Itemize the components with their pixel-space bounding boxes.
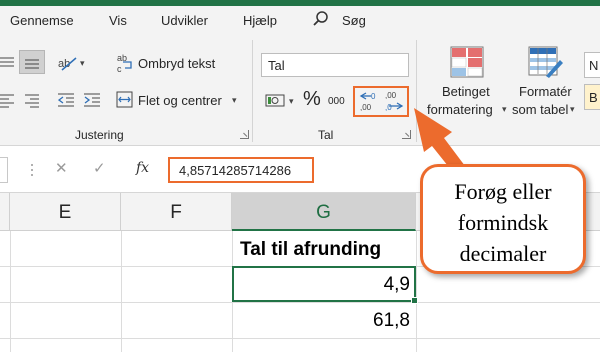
align-bottom-icon[interactable] [0,54,18,75]
increase-indent-icon[interactable] [84,92,102,113]
orientation-dropdown-icon[interactable]: ▾ [80,58,85,69]
alignment-group-label: Justering [75,128,124,142]
svg-text:,00: ,00 [385,91,397,100]
tab-view[interactable]: Vis [109,13,127,28]
formula-input[interactable]: 4,85714285714286 [168,157,314,183]
cell-style-normal[interactable]: N [584,52,600,78]
search-label[interactable]: Søg [342,13,366,28]
gridline [416,231,417,352]
cell-g-header[interactable]: Tal til afrunding [240,239,381,261]
cell-style-bad[interactable]: B [584,84,600,110]
increase-decimal-icon[interactable]: 0,00 [358,89,380,118]
gridline [10,231,11,352]
gridline [0,338,600,339]
tab-help[interactable]: Hjælp [243,13,277,28]
insert-function-icon[interactable]: fx [136,160,149,176]
decrease-indent-icon[interactable] [57,92,76,113]
accounting-format-icon[interactable] [265,92,287,115]
name-box[interactable] [0,157,8,183]
orientation-icon[interactable]: ab [58,54,80,77]
svg-text:c: c [117,64,122,74]
accounting-format-dropdown-icon[interactable]: ▾ [289,96,294,107]
percent-style-button[interactable]: % [303,88,321,111]
format-as-table-label-1[interactable]: Formatér [519,84,572,99]
svg-text:,0: ,0 [385,103,392,112]
search-icon[interactable] [312,10,330,31]
alignment-dialog-launcher-icon[interactable] [240,130,249,139]
fill-handle[interactable] [411,297,418,304]
decrease-decimal-icon[interactable]: ,00,0 [384,89,406,118]
align-middle-icon[interactable] [19,50,45,74]
cancel-entry-icon[interactable]: ✕ [55,159,68,177]
align-left-icon[interactable] [0,92,16,113]
wrap-text-button[interactable]: Ombryd tekst [138,56,215,71]
merge-center-icon[interactable] [116,91,134,114]
format-as-table-dropdown-icon[interactable]: ▾ [570,104,575,115]
comma-style-button[interactable]: 000 [328,96,345,107]
number-format-select[interactable]: Tal [261,53,409,77]
tab-developer[interactable]: Udvikler [161,13,208,28]
format-as-table-label-2[interactable]: som tabel [512,102,568,117]
format-as-table-icon[interactable] [528,46,564,85]
merge-center-dropdown-icon[interactable]: ▾ [232,95,237,106]
conditional-formatting-icon[interactable] [450,46,484,85]
group-divider [252,40,253,142]
ribbon: ab ▾ ab c Ombryd tekst Flet og centrer ▾ … [0,34,600,146]
gridline [121,231,122,352]
active-cell-selection [232,266,416,302]
svg-text:,00: ,00 [360,103,372,112]
callout-box: Forøg eller formindsk decimaler [420,164,586,274]
ribbon-tabs: Gennemse Vis Udvikler Hjælp Søg [0,6,600,34]
cell-g-row2[interactable]: 61,8 [232,310,410,332]
merge-center-button[interactable]: Flet og centrer [138,93,222,108]
conditional-formatting-dropdown-icon[interactable]: ▾ [502,104,507,115]
column-header-f[interactable]: F [121,193,232,231]
callout-line-3: decimaler [459,241,547,266]
number-group-label: Tal [318,128,334,142]
confirm-entry-icon[interactable]: ✓ [93,159,106,177]
row-header-corner[interactable] [0,193,10,231]
conditional-formatting-label-1[interactable]: Betinget [442,84,490,99]
tab-review[interactable]: Gennemse [10,13,74,28]
callout-line-2: formindsk [457,210,549,235]
align-right-icon[interactable] [25,92,41,113]
callout-line-1: Forøg eller [454,179,552,204]
svg-text:0: 0 [371,92,376,101]
column-header-g[interactable]: G [232,193,416,231]
wrap-text-icon[interactable]: ab c [116,52,136,79]
formula-bar-grip [30,163,34,177]
gridline [0,302,600,303]
column-header-e[interactable]: E [10,193,121,231]
